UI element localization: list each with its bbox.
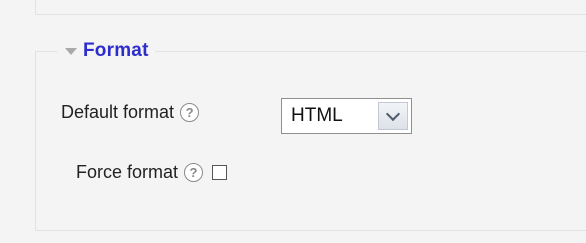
help-icon[interactable]: ? [180,102,200,122]
default-format-row: Default format ? [61,94,200,130]
format-section-header[interactable]: Format [57,38,155,64]
section-title[interactable]: Format [83,40,149,62]
force-format-row: Force format ? [76,156,228,188]
dropdown-button[interactable] [378,102,408,130]
force-format-label: Force format [76,161,179,182]
help-icon[interactable]: ? [184,162,204,182]
collapse-arrow-icon[interactable] [65,48,77,55]
format-fieldset [35,51,586,231]
default-format-select[interactable]: HTML [281,98,412,134]
previous-section-border [35,0,586,15]
force-format-checkbox[interactable] [212,164,228,180]
default-format-selected-value: HTML [291,105,343,126]
chevron-down-icon [385,106,401,122]
default-format-label: Default format [61,101,175,122]
